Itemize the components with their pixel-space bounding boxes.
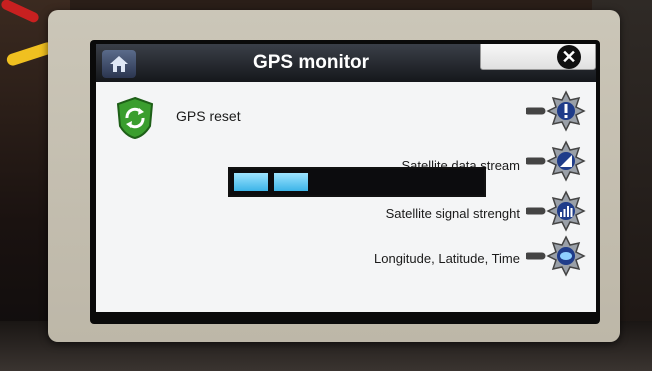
- home-button[interactable]: [102, 50, 136, 78]
- progress-fill: [234, 173, 308, 191]
- title-bar: GPS monitor ✕: [96, 44, 596, 82]
- gear-alert-icon: [524, 90, 586, 132]
- home-icon: [110, 56, 128, 72]
- gear-location-button[interactable]: [524, 235, 588, 277]
- progress-bar: [228, 167, 486, 197]
- gps-reset-button[interactable]: [114, 96, 156, 140]
- gear-bars-icon: [524, 190, 586, 232]
- gear-satellite-data-stream-button[interactable]: [524, 140, 588, 182]
- gear-globe-icon: [524, 235, 586, 277]
- gear-satellite-signal-button[interactable]: [524, 190, 588, 232]
- close-icon: ✕: [557, 45, 581, 69]
- row-label-satellite-signal-strength: Satellite signal strenght: [385, 206, 520, 221]
- gps-reset-label[interactable]: GPS reset: [176, 108, 241, 124]
- progress-segment: [234, 173, 268, 191]
- screen: GPS monitor ✕ GPS reset Satellite data s…: [96, 44, 596, 312]
- close-button[interactable]: ✕: [480, 44, 596, 70]
- gear-alert-button[interactable]: [524, 90, 588, 132]
- row-label-longitude-latitude-time: Longitude, Latitude, Time: [374, 251, 520, 266]
- refresh-shield-icon: [116, 96, 154, 140]
- progress-segment: [274, 173, 308, 191]
- page-title: GPS monitor: [252, 52, 370, 73]
- gear-antenna-icon: [524, 140, 586, 182]
